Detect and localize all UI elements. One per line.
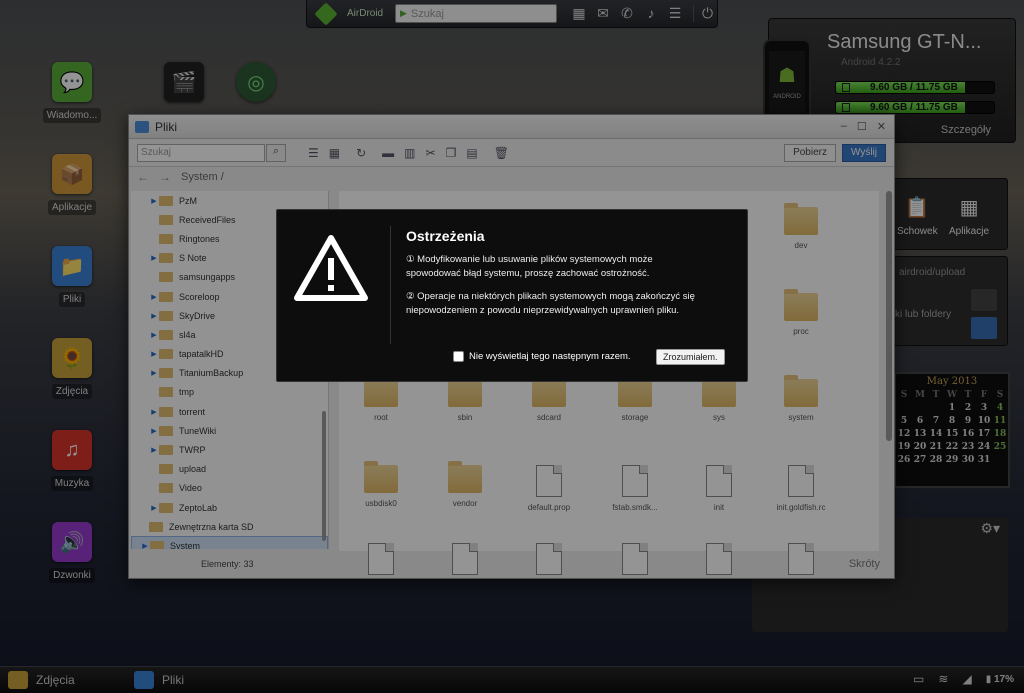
- dont-show-again-label: Nie wyświetlaj tego następnym razem.: [469, 351, 631, 362]
- dialog-warning-2: ② Operacje na niektórych plikach systemo…: [406, 291, 695, 316]
- understood-button[interactable]: Zrozumiałem.: [656, 349, 725, 365]
- warning-triangle-icon: [294, 235, 368, 301]
- dialog-warning-1: ① Modyfikowanie lub usuwanie plików syst…: [406, 254, 653, 279]
- dialog-title: Ostrzeżenia: [406, 228, 485, 244]
- warning-dialog: Ostrzeżenia ① Modyfikowanie lub usuwanie…: [276, 209, 748, 382]
- dialog-separator: [390, 226, 391, 344]
- checkbox-box[interactable]: [453, 351, 464, 362]
- dont-show-again-checkbox[interactable]: Nie wyświetlaj tego następnym razem.: [453, 351, 631, 362]
